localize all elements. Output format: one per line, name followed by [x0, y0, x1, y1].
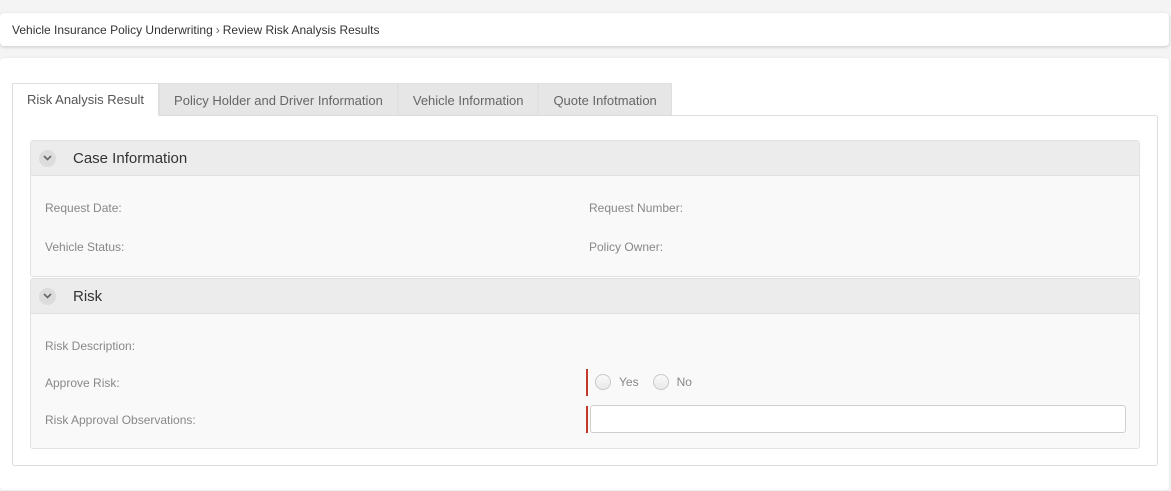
request-date-label: Request Date: — [45, 201, 122, 215]
case-information-title: Case Information — [73, 149, 188, 167]
approve-risk-radio-group: Yes No — [595, 374, 706, 390]
policy-owner-label: Policy Owner: — [589, 240, 664, 254]
breadcrumb-separator: › — [215, 22, 220, 37]
approve-no-radio[interactable] — [652, 374, 669, 390]
required-marker — [586, 369, 588, 396]
risk-title: Risk — [73, 287, 103, 305]
breadcrumb-current: Review Risk Analysis Results — [222, 22, 380, 37]
breadcrumb-root[interactable]: Vehicle Insurance Policy Underwriting — [12, 23, 213, 37]
case-information-section: Case Information Request Date: Request N… — [30, 140, 1140, 277]
approve-yes-label[interactable]: Yes — [619, 375, 639, 389]
risk-approval-observations-input[interactable] — [590, 405, 1126, 433]
chevron-down-icon[interactable] — [39, 149, 56, 167]
tab-vehicle-information[interactable]: Vehicle Information — [397, 83, 539, 116]
required-marker — [586, 406, 588, 433]
breadcrumb: Vehicle Insurance Policy Underwriting › … — [0, 13, 1169, 46]
case-information-header[interactable]: Case Information — [31, 141, 1139, 176]
tab-policy-holder-driver-information[interactable]: Policy Holder and Driver Information — [159, 83, 398, 116]
main-panel: Risk Analysis Result Policy Holder and D… — [0, 58, 1169, 490]
approve-risk-label: Approve Risk: — [45, 376, 120, 390]
vehicle-status-label: Vehicle Status: — [45, 240, 125, 254]
chevron-down-icon[interactable] — [39, 287, 56, 305]
tab-risk-analysis-result[interactable]: Risk Analysis Result — [12, 83, 160, 116]
risk-header[interactable]: Risk — [31, 279, 1139, 314]
tab-bar: Risk Analysis Result Policy Holder and D… — [12, 83, 672, 116]
request-number-label: Request Number: — [589, 201, 684, 215]
approve-no-label[interactable]: No — [677, 375, 692, 389]
risk-approval-observations-label: Risk Approval Observations: — [45, 413, 196, 427]
approve-yes-radio[interactable] — [595, 374, 611, 390]
risk-description-label: Risk Description: — [45, 339, 136, 353]
tab-quote-information[interactable]: Quote Infotmation — [538, 83, 672, 116]
tab-content: Case Information Request Date: Request N… — [12, 115, 1158, 466]
risk-section: Risk Risk Description: Approve Risk: Yes… — [30, 278, 1140, 449]
